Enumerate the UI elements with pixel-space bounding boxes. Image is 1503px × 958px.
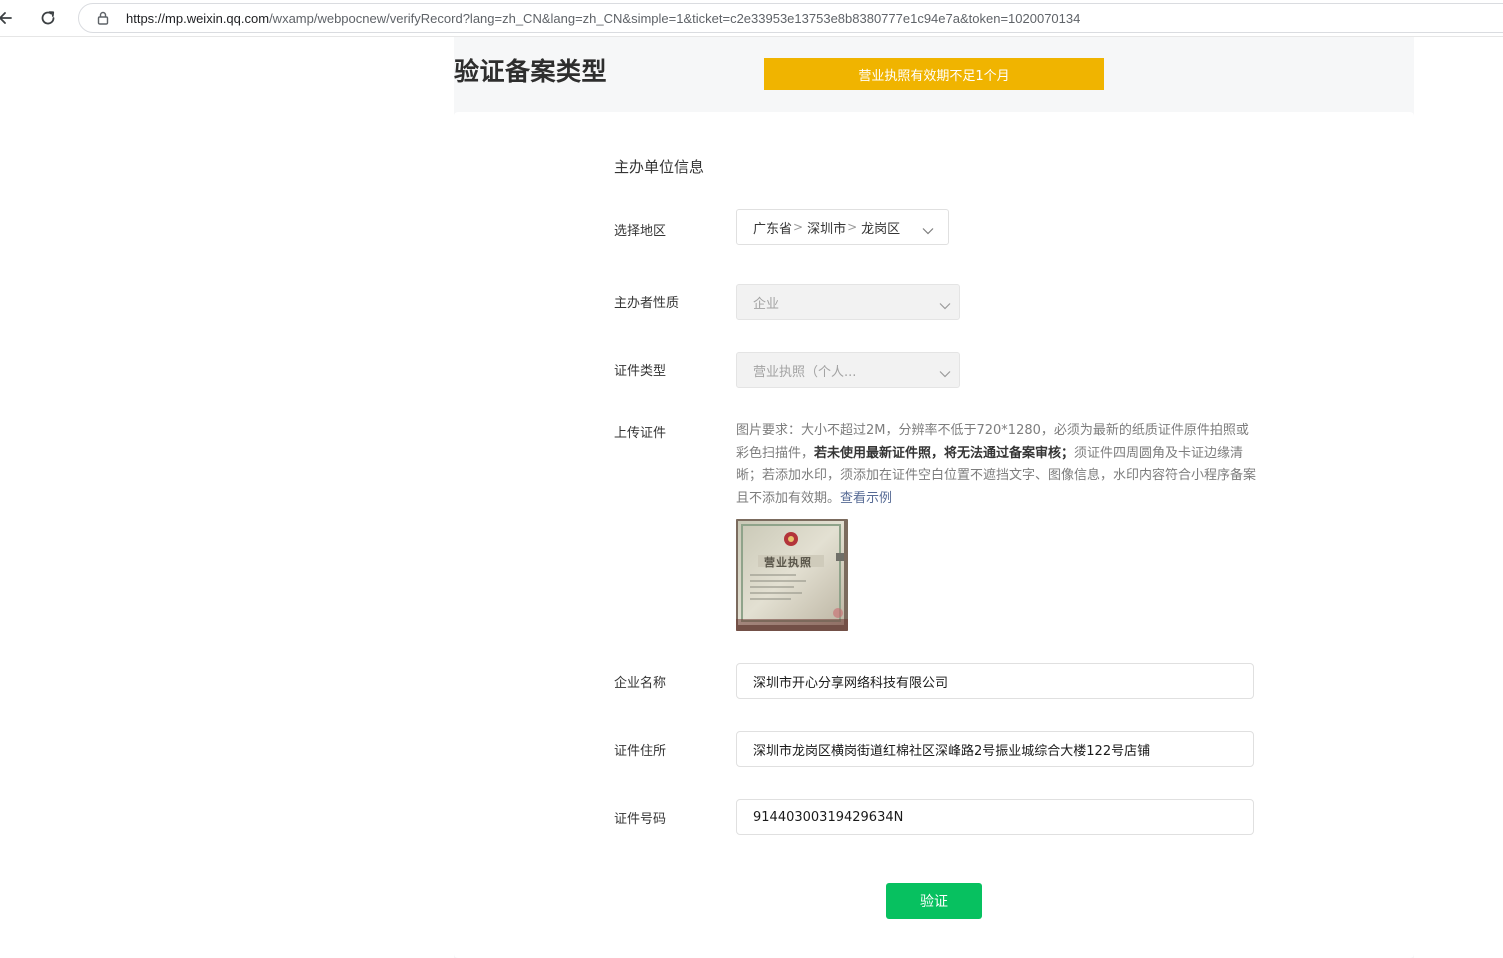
address-label: 证件住所 <box>614 744 667 759</box>
view-example-link[interactable]: 查看示例 <box>840 491 892 506</box>
uploaded-license-thumbnail[interactable]: 营业执照 <box>736 519 848 631</box>
company-name-input[interactable]: 深圳市开心分享网络科技有限公司 <box>736 663 1254 699</box>
district-value: 龙岗区 <box>861 221 901 237</box>
address-bar[interactable]: https://mp.weixin.qq.com/wxamp/webpocnew… <box>78 3 1503 33</box>
region-separator-icon: > <box>793 220 804 234</box>
upload-requirements-text: 图片要求：大小不超过2M，分辨率不低于720*1280，必须为最新的纸质证件原件… <box>736 420 1258 510</box>
license-number-label: 证件号码 <box>614 812 667 827</box>
upload-desc-warning: 若未使用最新证件照，将无法通过备案审核； <box>814 445 1075 461</box>
license-number-input[interactable]: 91440300319429634N <box>736 799 1254 835</box>
verify-button[interactable]: 验证 <box>886 883 982 919</box>
reload-icon[interactable] <box>38 8 58 28</box>
thumbnail-license-title: 营业执照 <box>764 556 812 569</box>
certificate-type-select: 营业执照（个人... <box>736 352 960 388</box>
url-path: /wxamp/webpocnew/verifyRecord?lang=zh_CN… <box>269 11 1081 26</box>
section-title: 主办单位信息 <box>614 158 705 176</box>
upload-label: 上传证件 <box>614 426 667 441</box>
region-separator-icon: > <box>847 220 858 234</box>
url-text: https://mp.weixin.qq.com/wxamp/webpocnew… <box>126 10 1080 27</box>
province-value: 广东省 <box>753 221 793 237</box>
certificate-type-label: 证件类型 <box>614 364 667 379</box>
license-expiry-warning-banner: 营业执照有效期不足1个月 <box>764 58 1104 90</box>
chevron-down-icon <box>939 299 951 310</box>
certificate-type-value: 营业执照（个人... <box>753 364 857 380</box>
organizer-type-label: 主办者性质 <box>614 296 680 311</box>
organizer-type-select: 企业 <box>736 284 960 320</box>
browser-toolbar: https://mp.weixin.qq.com/wxamp/webpocnew… <box>0 0 1503 37</box>
back-arrow-icon[interactable] <box>0 8 16 28</box>
region-select[interactable]: 广东省 > 深圳市 > 龙岗区 <box>736 209 949 245</box>
organizer-type-value: 企业 <box>753 296 780 312</box>
url-host: https://mp.weixin.qq.com <box>126 11 270 26</box>
chevron-down-icon <box>939 367 951 378</box>
chevron-down-icon <box>922 224 934 235</box>
page-title: 验证备案类型 <box>454 57 608 86</box>
address-input[interactable]: 深圳市龙岗区横岗街道红棉社区深峰路2号振业城综合大楼122号店铺 <box>736 731 1254 767</box>
company-name-label: 企业名称 <box>614 676 667 691</box>
city-value: 深圳市 <box>807 221 847 237</box>
region-label: 选择地区 <box>614 224 667 239</box>
lock-icon[interactable] <box>95 10 111 26</box>
